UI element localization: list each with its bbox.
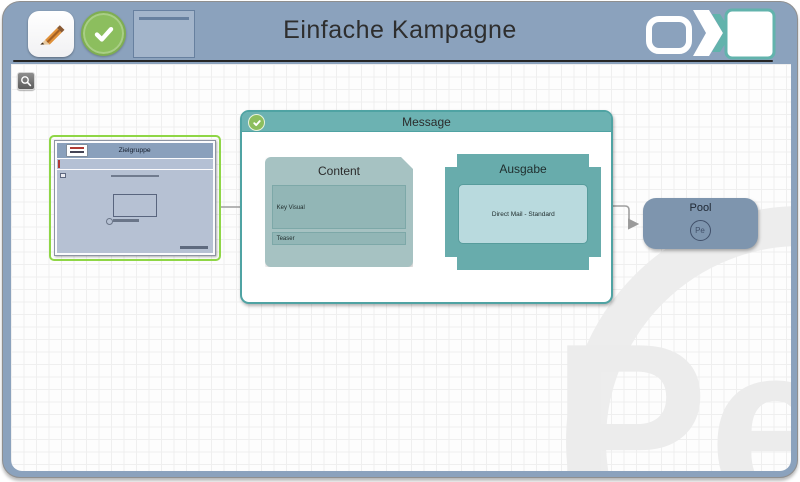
- content-node[interactable]: Content Key Visual Teaser: [265, 157, 413, 267]
- header-bar: Einfache Kampagne: [3, 2, 797, 62]
- message-title: Message: [402, 114, 451, 129]
- envelope-glyph: [693, 8, 776, 60]
- content-field-key-visual[interactable]: Key Visual: [272, 185, 406, 229]
- preview-count-line: [180, 246, 208, 249]
- message-header: Message: [242, 112, 611, 132]
- magnifier-icon[interactable]: [17, 72, 35, 90]
- campaign-window: Einfache Kampagne Pe Zielgruppe Message …: [2, 1, 798, 478]
- logo-icon: [67, 145, 87, 156]
- preview-heading-line: [111, 175, 159, 177]
- key-visual-label: Key Visual: [276, 203, 305, 211]
- pe-badge-icon: Pe: [689, 220, 711, 241]
- teaser-label: Teaser: [276, 235, 295, 242]
- diagram-canvas[interactable]: Pe Zielgruppe Message Content Key Visual…: [11, 64, 791, 471]
- zielgruppe-titlebar: Zielgruppe: [57, 143, 213, 158]
- content-title: Content: [317, 164, 361, 178]
- ausgabe-title: Ausgabe: [499, 162, 547, 176]
- zielgruppe-preview: [57, 170, 213, 253]
- message-check-icon: [248, 114, 265, 131]
- pool-title: Pool: [689, 202, 712, 214]
- magnifier-glyph: [21, 76, 32, 87]
- pool-node[interactable]: Pool Pe: [643, 198, 758, 249]
- zielgruppe-thumbnail: Zielgruppe: [54, 140, 216, 256]
- envelope-chevron-icon[interactable]: [689, 2, 781, 64]
- zielgruppe-toolbar: [57, 159, 213, 169]
- zielgruppe-title: Zielgruppe: [118, 146, 152, 155]
- ausgabe-node[interactable]: Ausgabe Direct Mail - Standard: [445, 154, 601, 270]
- channel-label: Direct Mail - Standard: [491, 210, 555, 218]
- red-marker: [58, 160, 60, 168]
- rounded-square-icon[interactable]: [646, 16, 692, 54]
- content-field-teaser[interactable]: Teaser: [272, 232, 406, 245]
- header-divider: [13, 60, 773, 62]
- preview-box: [113, 194, 157, 217]
- preview-caption-line: [106, 218, 139, 225]
- watermark-text: Pe: [551, 294, 791, 471]
- zielgruppe-node[interactable]: Zielgruppe: [49, 135, 221, 261]
- preview-checkbox: [60, 173, 66, 178]
- ausgabe-channel[interactable]: Direct Mail - Standard: [458, 184, 588, 244]
